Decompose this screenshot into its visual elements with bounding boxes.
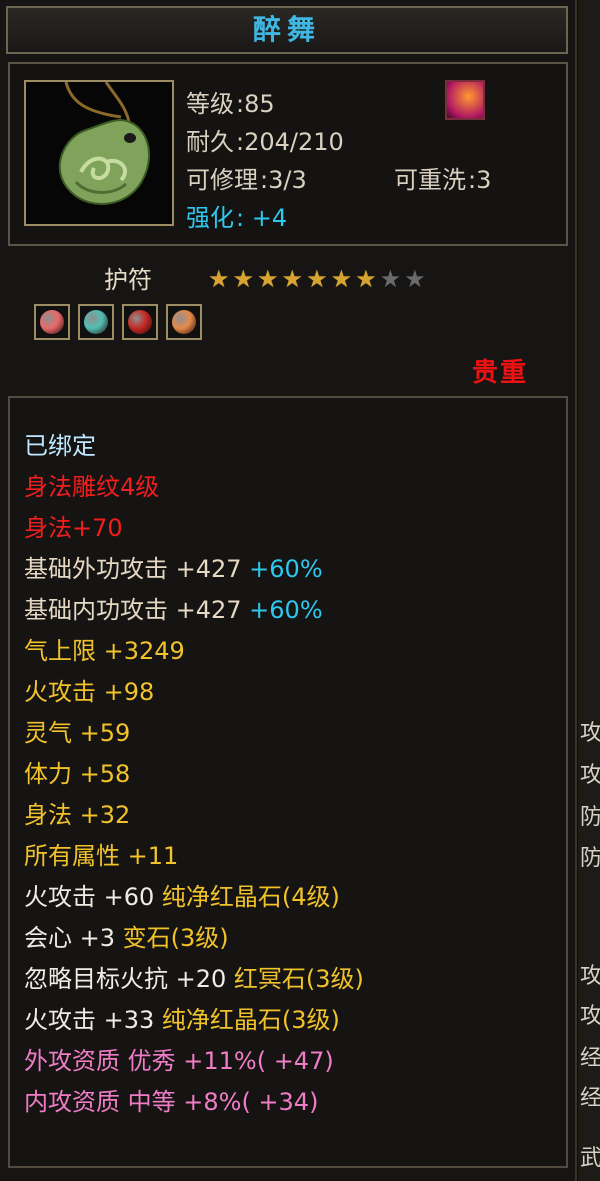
attribute-text: 身法雕纹4级 bbox=[24, 473, 160, 501]
rewash-label: 可重洗 bbox=[394, 166, 466, 194]
durability-label: 耐久 bbox=[186, 128, 234, 156]
side-panel-char: 经 bbox=[580, 1086, 600, 1111]
attribute-line: 身法 +32 bbox=[24, 795, 130, 830]
attribute-text: 基础内功攻击 +427 bbox=[24, 596, 242, 624]
durability-stat: 耐久:204/210 bbox=[186, 122, 344, 157]
attribute-line: 体力 +58 bbox=[24, 754, 130, 789]
attribute-list: 已绑定 身法雕纹4级 身法+70 基础外功攻击 +427 +60% 基础内功攻击 +42… bbox=[8, 396, 568, 1168]
star-rating: ★ ★ ★ ★ ★ ★ ★ ★ ★ bbox=[208, 266, 426, 292]
item-type: 护符 bbox=[104, 266, 152, 294]
star-icon: ★ bbox=[257, 265, 279, 293]
flame-badge-icon[interactable] bbox=[445, 80, 485, 120]
star-icon: ★ bbox=[379, 265, 402, 293]
attribute-text: 身法+70 bbox=[24, 514, 123, 542]
star-icon: ★ bbox=[404, 265, 426, 293]
item-info-panel: 等级:85 耐久:204/210 可修理:3/3 可重洗:3 强化: +4 bbox=[8, 62, 568, 246]
gem-teal-icon[interactable] bbox=[78, 304, 114, 340]
attribute-text: 已绑定 bbox=[24, 432, 96, 460]
attribute-text: 外攻资质 优秀 +11%( +47) bbox=[24, 1047, 334, 1075]
durability-value: :204/210 bbox=[236, 128, 344, 156]
level-value: :85 bbox=[236, 90, 275, 118]
attribute-text: 火攻击 +33 bbox=[24, 1006, 162, 1034]
side-panel-char: 攻 bbox=[580, 721, 600, 746]
attribute-text: 内攻资质 中等 +8%( +34) bbox=[24, 1088, 319, 1116]
side-panel-char: 经 bbox=[580, 1046, 600, 1071]
attribute-line: 内攻资质 中等 +8%( +34) bbox=[24, 1082, 318, 1117]
attribute-line: 会心 +3 变石(3级) bbox=[24, 918, 229, 953]
repair-value: :3/3 bbox=[260, 166, 307, 194]
attribute-line: 灵气 +59 bbox=[24, 713, 130, 748]
attribute-text: 所有属性 +11 bbox=[24, 842, 179, 870]
attribute-text: 身法 +32 bbox=[24, 801, 131, 829]
attribute-line: 火攻击 +33 纯净红晶石(3级) bbox=[24, 1000, 340, 1035]
enhance-label: 强化 bbox=[186, 204, 234, 232]
side-panel-char: 攻 bbox=[580, 1004, 600, 1029]
gem-pink-icon[interactable] bbox=[34, 304, 70, 340]
attribute-line: 火攻击 +98 bbox=[24, 672, 154, 707]
rarity-label: 贵重 bbox=[472, 358, 529, 388]
rewash-value: :3 bbox=[468, 166, 492, 194]
attribute-extra: +60% bbox=[241, 596, 323, 624]
attribute-extra: 变石(3级) bbox=[122, 924, 229, 952]
side-panel-char: 攻 bbox=[580, 964, 600, 989]
star-icon: ★ bbox=[355, 265, 377, 293]
item-name-title: 醉舞 bbox=[6, 6, 568, 54]
item-tooltip: 醉舞 等级:85 耐久:204/210 可修理:3/3 可重洗:3 强化: +4 bbox=[0, 0, 577, 1181]
attribute-text: 灵气 +59 bbox=[24, 719, 131, 747]
attribute-line: 基础内功攻击 +427 +60% bbox=[24, 590, 323, 625]
attribute-extra: 红冥石(3级) bbox=[233, 965, 364, 993]
attribute-line: 气上限 +3249 bbox=[24, 631, 185, 666]
gem-red-icon[interactable] bbox=[122, 304, 158, 340]
star-icon: ★ bbox=[330, 265, 353, 293]
attribute-text: 忽略目标火抗 +20 bbox=[24, 965, 234, 993]
attribute-text: 基础外功攻击 +427 bbox=[24, 555, 242, 583]
repair-label: 可修理 bbox=[186, 166, 258, 194]
level-stat: 等级:85 bbox=[186, 84, 275, 119]
attribute-line: 所有属性 +11 bbox=[24, 836, 178, 871]
repair-stat: 可修理:3/3 bbox=[186, 160, 307, 195]
gem-slots bbox=[34, 304, 202, 340]
star-icon: ★ bbox=[208, 265, 230, 293]
attribute-line: 身法+70 bbox=[24, 508, 123, 543]
attribute-line: 外攻资质 优秀 +11%( +47) bbox=[24, 1041, 334, 1076]
attribute-text: 火攻击 +98 bbox=[24, 678, 155, 706]
star-icon: ★ bbox=[306, 265, 328, 293]
attribute-line: 忽略目标火抗 +20 红冥石(3级) bbox=[24, 959, 364, 994]
attribute-text: 体力 +58 bbox=[24, 760, 131, 788]
attribute-text: 火攻击 +60 bbox=[24, 883, 162, 911]
side-panel-char: 攻 bbox=[580, 763, 600, 788]
attribute-extra: 纯净红晶石(4级) bbox=[161, 883, 340, 911]
attribute-extra: +60% bbox=[241, 555, 323, 583]
star-icon: ★ bbox=[281, 265, 304, 293]
rewash-stat: 可重洗:3 bbox=[394, 160, 491, 195]
side-panel-char: 防 bbox=[580, 805, 600, 830]
gem-orange-icon[interactable] bbox=[166, 304, 202, 340]
attribute-extra: 纯净红晶石(3级) bbox=[161, 1006, 340, 1034]
attribute-text: 会心 +3 bbox=[24, 924, 123, 952]
attribute-line: 已绑定 bbox=[24, 426, 96, 461]
enhance-stat: 强化: +4 bbox=[186, 198, 287, 233]
attribute-line: 基础外功攻击 +427 +60% bbox=[24, 549, 323, 584]
attribute-line: 身法雕纹4级 bbox=[24, 467, 159, 502]
side-panel-char: 防 bbox=[580, 846, 600, 871]
jade-pendant-icon[interactable] bbox=[24, 80, 174, 226]
enhance-value: : +4 bbox=[236, 204, 288, 232]
star-icon: ★ bbox=[232, 265, 255, 293]
level-label: 等级 bbox=[186, 90, 234, 118]
attribute-text: 气上限 +3249 bbox=[24, 637, 185, 665]
attribute-line: 火攻击 +60 纯净红晶石(4级) bbox=[24, 877, 340, 912]
side-panel-char: 武 bbox=[580, 1146, 600, 1171]
